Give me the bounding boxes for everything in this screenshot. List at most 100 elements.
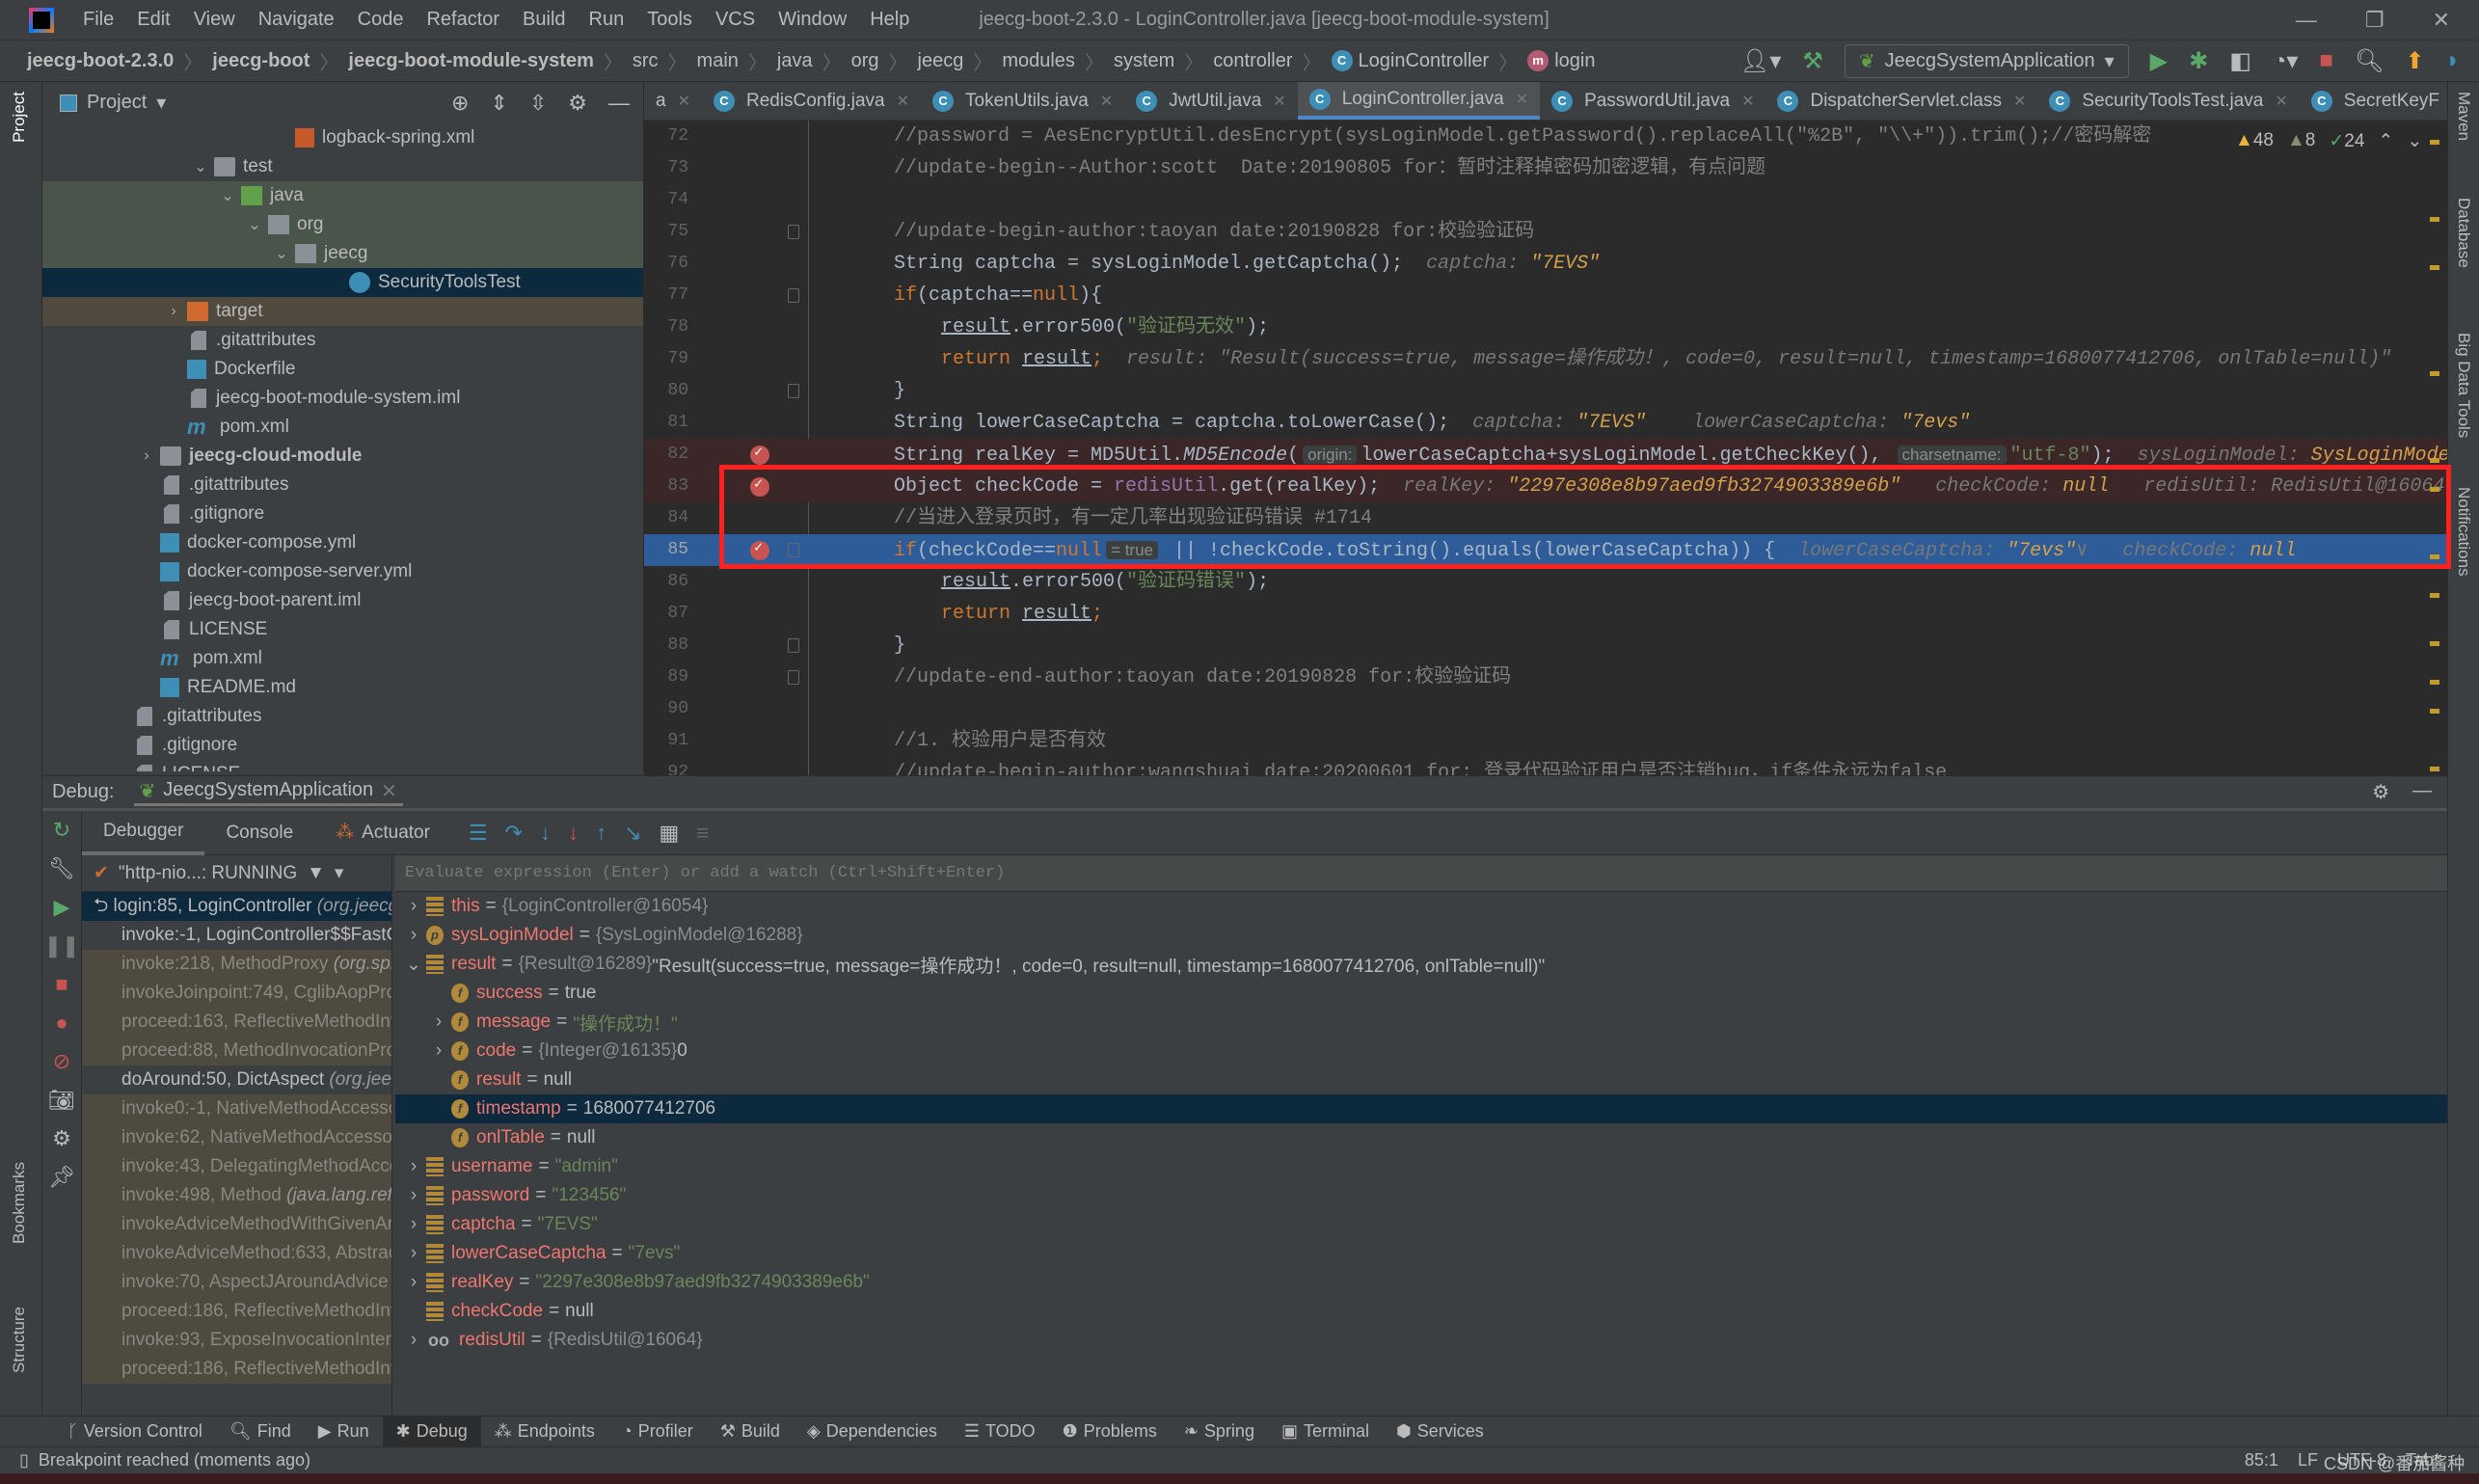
error-stripe-mark[interactable] <box>2430 458 2439 463</box>
variable-row[interactable]: f timestamp = 1680077412706 <box>395 1094 2447 1123</box>
editor-tab[interactable]: a ✕ <box>644 82 702 120</box>
tree-item[interactable]: m pom.xml <box>42 413 643 442</box>
expand-icon[interactable]: › <box>401 1330 426 1351</box>
tree-item[interactable]: .gitignore <box>42 731 643 760</box>
editor-tab[interactable]: C RedisConfig.java ✕ <box>702 82 921 120</box>
stack-frame[interactable]: proceed:186, ReflectiveMethodInvocation <box>82 1355 391 1384</box>
hide-icon[interactable]: — <box>608 91 630 116</box>
breadcrumb-item[interactable]: org <box>851 50 879 72</box>
view-breakpoints-icon[interactable]: ● <box>42 1004 81 1042</box>
resume-icon[interactable]: ▶ <box>42 888 81 927</box>
menu-view[interactable]: View <box>182 9 247 31</box>
code-line[interactable]: 89 //update-end-author:taoyan date:201908… <box>644 661 2447 693</box>
locate-icon[interactable]: ⊕ <box>451 91 469 116</box>
expand-icon[interactable]: › <box>401 925 426 946</box>
variable-row[interactable]: › password = "123456" <box>395 1181 2447 1210</box>
tree-item[interactable]: jeecg-boot-module-system.iml <box>42 384 643 413</box>
menu-navigate[interactable]: Navigate <box>247 9 346 31</box>
tree-item[interactable]: .gitattributes <box>42 326 643 355</box>
thread-selector[interactable]: ✔ "http-nio...: RUNNING ▼ ▾ <box>82 855 391 892</box>
chevron-down-icon[interactable]: ⌄ <box>191 157 210 176</box>
maven-tool-button[interactable]: Maven <box>2454 92 2473 141</box>
chevron-down-icon[interactable]: ⌄ <box>245 215 264 234</box>
search-icon[interactable]: 🔍︎ <box>2355 47 2384 75</box>
breadcrumb-item[interactable]: system <box>1114 50 1174 72</box>
force-step-into-icon[interactable]: ↓ <box>568 821 579 846</box>
menu-window[interactable]: Window <box>767 9 858 31</box>
stack-frame[interactable]: ⮌ login:85, LoginController (org.jeecg <box>82 892 391 921</box>
profile-button[interactable]: ◔▾ <box>2273 47 2299 75</box>
line-separator[interactable]: LF <box>2298 1450 2318 1471</box>
variable-row[interactable]: › f code = {Integer@16135} 0 <box>395 1037 2447 1066</box>
tool-window-debug[interactable]: ✱ Debug <box>382 1416 481 1447</box>
notifications-button[interactable]: Notifications <box>2454 487 2473 577</box>
tree-item[interactable]: .gitattributes <box>42 702 643 731</box>
variable-row[interactable]: f success = true <box>395 979 2447 1008</box>
error-stripe-mark[interactable] <box>2430 371 2439 376</box>
project-panel-title[interactable]: Project <box>87 92 147 114</box>
chevron-right-icon[interactable]: › <box>137 447 156 465</box>
trace-icon[interactable]: ≡ <box>696 821 709 846</box>
tree-item[interactable]: .gitattributes <box>42 471 643 499</box>
pin-icon[interactable]: 📌︎ <box>42 1158 81 1197</box>
stack-frame[interactable]: invokeJoinpoint:749, CglibAopProxy <box>82 979 391 1008</box>
editor-tab[interactable]: C TokenUtils.java ✕ <box>921 82 1124 120</box>
stack-frame[interactable]: invoke:43, DelegatingMethodAccessorImpl <box>82 1152 391 1181</box>
expand-icon[interactable]: › <box>401 1272 426 1293</box>
step-into-icon[interactable]: ↓ <box>540 821 551 846</box>
tree-item[interactable]: .gitignore <box>42 499 643 528</box>
variable-row[interactable]: checkCode = null <box>395 1297 2447 1326</box>
inspection-widget[interactable]: ▲48 ▲8 ✓24 ⌃ ⌄ <box>2235 130 2422 152</box>
expand-all-icon[interactable]: ⇕ <box>490 91 507 116</box>
step-over-icon[interactable]: ↷ <box>505 821 523 846</box>
close-button[interactable]: ✕ <box>2433 8 2450 33</box>
gear-icon[interactable]: ⚙ <box>2372 780 2389 804</box>
tree-item[interactable]: › jeecg-cloud-module <box>42 442 643 471</box>
debug-button[interactable]: ✱ <box>2189 47 2208 75</box>
update-icon[interactable]: ⬆ <box>2405 47 2424 75</box>
code-line[interactable]: 76 String captcha = sysLoginModel.getCapt… <box>644 248 2447 280</box>
breadcrumb-item[interactable]: jeecg-boot-2.3.0 <box>27 50 174 72</box>
code-line[interactable]: 79 return result; result: "Result(success… <box>644 343 2447 375</box>
evaluate-expression-icon[interactable]: ▦ <box>660 821 680 846</box>
tool-window-services[interactable]: ⬢ Services <box>1383 1417 1497 1447</box>
code-line[interactable]: 72 //password = AesEncryptUtil.desEncrypt… <box>644 121 2447 152</box>
code-line[interactable]: 91 //1. 校验用户是否有效 <box>644 725 2447 757</box>
breadcrumb-item[interactable]: src <box>633 50 659 72</box>
tree-item[interactable]: logback-spring.xml <box>42 123 643 152</box>
error-stripe[interactable] <box>2430 140 2439 771</box>
breakpoint-icon[interactable] <box>750 437 769 469</box>
tool-window-build[interactable]: ⚒ Build <box>707 1417 794 1447</box>
stop-icon[interactable]: ■ <box>42 965 81 1004</box>
expand-icon[interactable]: › <box>401 1156 426 1177</box>
menu-file[interactable]: File <box>71 9 125 31</box>
tree-item[interactable]: SecurityToolsTest <box>42 268 643 297</box>
expand-icon[interactable]: › <box>426 1040 451 1062</box>
bookmarks-tool-button[interactable]: Bookmarks <box>10 1162 29 1244</box>
build-hammer-icon[interactable]: ⚒ <box>1802 47 1823 75</box>
menu-refactor[interactable]: Refactor <box>415 9 511 31</box>
error-stripe-mark[interactable] <box>2430 680 2439 685</box>
fold-marker-icon[interactable] <box>788 225 799 239</box>
tab-actuator[interactable]: ⁂ Actuator <box>314 811 451 855</box>
collapse-all-icon[interactable]: ⇳ <box>529 91 547 116</box>
variable-row[interactable]: › lowerCaseCaptcha = "7evs" <box>395 1239 2447 1268</box>
evaluate-expression-input[interactable]: Evaluate expression (Enter) or add a wat… <box>395 855 2447 892</box>
stack-frame[interactable]: proceed:163, ReflectiveMethodInvocation <box>82 1008 391 1037</box>
variable-row[interactable]: › username = "admin" <box>395 1152 2447 1181</box>
project-tool-button[interactable]: Project <box>10 92 29 143</box>
filter-icon[interactable]: ▼ <box>307 863 325 884</box>
error-stripe-mark[interactable] <box>2430 265 2439 270</box>
stack-frame[interactable]: invoke0:-1, NativeMethodAccessorImpl <box>82 1094 391 1123</box>
code-line[interactable]: 81 String lowerCaseCaptcha = captcha.toLo… <box>644 407 2447 439</box>
code-line[interactable]: 73 //update-begin--Author:scott Date:2019… <box>644 152 2447 184</box>
stack-frame[interactable]: invoke:70, AspectJAroundAdvice <box>82 1268 391 1297</box>
tree-item[interactable]: docker-compose-server.yml <box>42 557 643 586</box>
maximize-button[interactable]: ❐ <box>2365 8 2385 33</box>
close-tab-icon[interactable]: ✕ <box>897 92 909 111</box>
expand-icon[interactable]: › <box>401 1214 426 1235</box>
user-icon[interactable]: 👤︎▾ <box>1740 47 1782 75</box>
tree-item[interactable]: docker-compose.yml <box>42 528 643 557</box>
editor-tab[interactable]: C PasswordUtil.java ✕ <box>1540 82 1765 120</box>
fold-marker-icon[interactable] <box>788 638 799 653</box>
